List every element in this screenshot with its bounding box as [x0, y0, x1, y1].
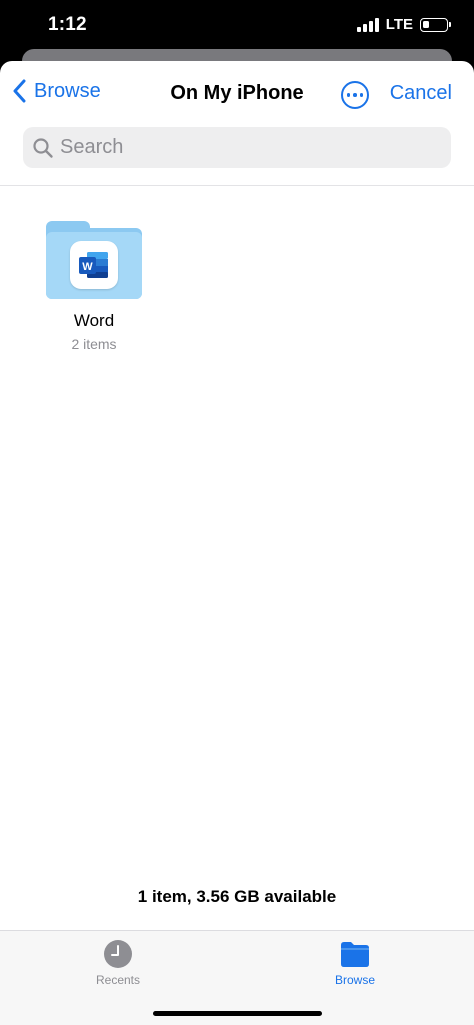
status-time: 1:12: [48, 14, 87, 35]
ellipsis-dot: [346, 93, 351, 97]
ellipsis-dot: [353, 93, 357, 97]
battery-icon: [420, 17, 451, 32]
status-bar: 1:12 LTE: [0, 0, 474, 52]
svg-text:W: W: [82, 261, 93, 273]
search-icon: [33, 137, 53, 158]
cancel-button[interactable]: Cancel: [390, 82, 452, 105]
tab-label: Browse: [334, 973, 375, 987]
folder-name: Word: [73, 311, 115, 330]
more-options-button[interactable]: [341, 81, 369, 109]
tab-browse[interactable]: Browse: [305, 939, 405, 987]
word-app-icon: W: [70, 241, 118, 289]
folder-icon: [341, 942, 369, 967]
search-input[interactable]: [60, 136, 420, 159]
back-button-label: Browse: [34, 79, 101, 102]
search-bar[interactable]: [23, 127, 451, 168]
folder-icon: W: [46, 217, 142, 299]
tab-bar: Recents Browse: [0, 930, 474, 1025]
tab-label: Recents: [95, 973, 141, 987]
navigation-bar: Browse On My iPhone Cancel: [0, 61, 474, 125]
folder-item-word[interactable]: W Word 2 items: [40, 217, 148, 352]
status-indicators: LTE: [356, 16, 451, 33]
divider: [0, 185, 474, 186]
file-browser-sheet: Browse On My iPhone Cancel Search W Word…: [0, 61, 474, 1025]
folder-item-count: 2 items: [71, 336, 117, 352]
storage-summary: 1 item, 3.56 GB available: [137, 887, 337, 906]
home-indicator: [153, 1011, 322, 1016]
battery-level: [423, 20, 429, 28]
back-button[interactable]: Browse: [12, 79, 101, 103]
network-type: LTE: [385, 16, 413, 33]
ellipsis-dot: [359, 93, 364, 97]
chevron-left-icon: [13, 79, 26, 103]
clock-icon: [104, 940, 132, 968]
tab-recents[interactable]: Recents: [68, 939, 168, 987]
cellular-signal-icon: [356, 17, 379, 32]
